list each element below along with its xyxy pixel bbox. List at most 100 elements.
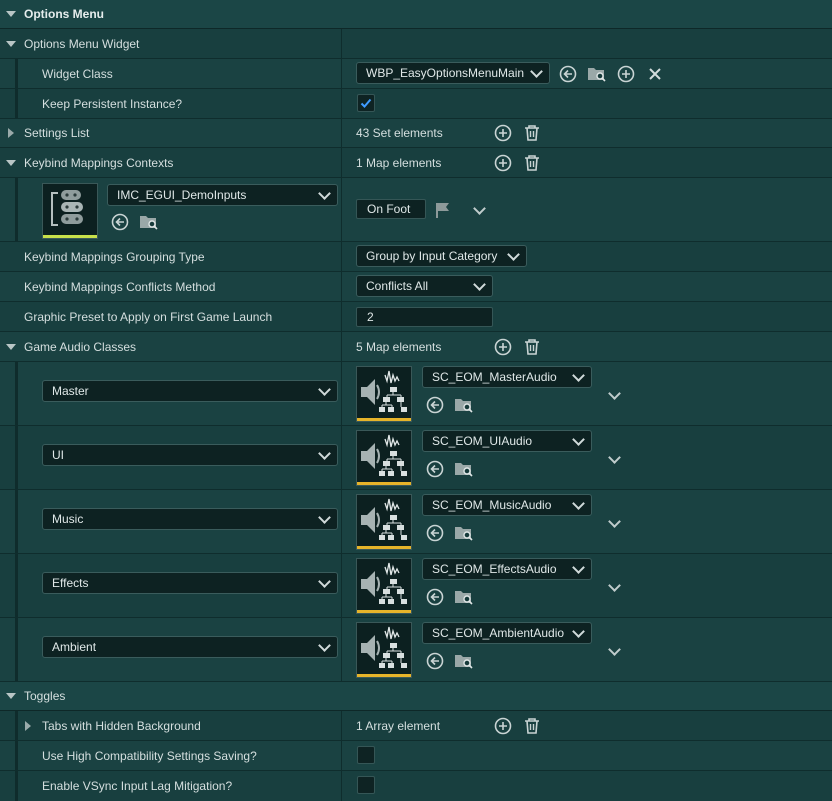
- chevron-down-icon: [572, 433, 585, 446]
- vsync-checkbox[interactable]: [357, 776, 375, 794]
- section-toggles[interactable]: Toggles: [0, 682, 832, 711]
- expand-arrow-icon[interactable]: [25, 721, 31, 731]
- high-compat-checkbox[interactable]: [357, 746, 375, 764]
- combo-value: IMC_EGUI_DemoInputs: [117, 188, 247, 202]
- use-selected-arrow-icon[interactable]: [426, 460, 444, 478]
- use-selected-arrow-icon[interactable]: [559, 65, 577, 83]
- audio-class-key-combo[interactable]: Music: [42, 508, 338, 530]
- add-icon[interactable]: [617, 65, 635, 83]
- chevron-down-icon: [572, 497, 585, 510]
- sound-class-asset-combo[interactable]: SC_EOM_AmbientAudio: [422, 622, 592, 644]
- sound-class-thumbnail[interactable]: [356, 430, 412, 486]
- row-game-audio-classes[interactable]: Game Audio Classes 5 Map elements: [0, 332, 832, 362]
- collapse-arrow-icon[interactable]: [6, 11, 16, 17]
- row-label: Keybind Mappings Grouping Type: [24, 249, 205, 264]
- asset-type-underline: [357, 674, 411, 677]
- row-high-compat: Use High Compatibility Settings Saving?: [0, 741, 832, 771]
- graphic-preset-field[interactable]: 2: [356, 307, 493, 327]
- collapse-arrow-icon[interactable]: [6, 344, 16, 350]
- row-keybind-contexts[interactable]: Keybind Mappings Contexts 1 Map elements: [0, 148, 832, 178]
- input-context-asset-combo[interactable]: IMC_EGUI_DemoInputs: [107, 184, 338, 206]
- conflicts-method-combo[interactable]: Conflicts All: [356, 275, 493, 297]
- browse-folder-icon[interactable]: [454, 588, 474, 606]
- indent-guide: [15, 89, 18, 118]
- clear-icon[interactable]: [647, 66, 663, 82]
- audio-class-key-combo[interactable]: UI: [42, 444, 338, 466]
- element-count: 43 Set elements: [356, 126, 443, 140]
- trash-icon[interactable]: [523, 717, 541, 735]
- browse-folder-icon[interactable]: [139, 213, 159, 231]
- audio-class-row-ambient: Ambient SC_EOM_AmbientAudio: [0, 618, 832, 682]
- input-mapping-thumbnail[interactable]: [42, 183, 98, 239]
- row-tabs-hidden-background[interactable]: Tabs with Hidden Background 1 Array elem…: [0, 711, 832, 741]
- audio-class-key-combo[interactable]: Master: [42, 380, 338, 402]
- chevron-down-icon[interactable]: [608, 579, 621, 592]
- combo-value: Master: [52, 384, 89, 398]
- browse-folder-icon[interactable]: [454, 396, 474, 414]
- widget-class-combo[interactable]: WBP_EasyOptionsMenuMain: [356, 62, 550, 84]
- combo-value: Music: [52, 512, 84, 526]
- add-element-icon[interactable]: [494, 154, 512, 172]
- use-selected-arrow-icon[interactable]: [426, 396, 444, 414]
- chevron-down-icon: [507, 248, 520, 261]
- row-settings-list[interactable]: Settings List 43 Set elements: [0, 119, 832, 148]
- browse-folder-icon[interactable]: [454, 652, 474, 670]
- row-label: Widget Class: [42, 66, 113, 81]
- combo-value: Ambient: [52, 640, 97, 654]
- chevron-down-icon[interactable]: [608, 451, 621, 464]
- chevron-down-icon[interactable]: [608, 643, 621, 656]
- row-label-cell: Game Audio Classes: [0, 332, 342, 361]
- sound-class-thumbnail[interactable]: [356, 366, 412, 422]
- field-value: On Foot: [367, 202, 411, 216]
- browse-folder-icon[interactable]: [454, 460, 474, 478]
- audio-class-key-combo[interactable]: Effects: [42, 572, 338, 594]
- context-name-field[interactable]: On Foot: [356, 199, 426, 219]
- audio-class-key-combo[interactable]: Ambient: [42, 636, 338, 658]
- use-selected-arrow-icon[interactable]: [426, 652, 444, 670]
- row-label-cell: Keep Persistent Instance?: [0, 89, 342, 118]
- chevron-down-icon: [473, 278, 486, 291]
- indent-guide: [15, 178, 18, 241]
- row-label-cell: UI: [0, 426, 342, 489]
- trash-icon[interactable]: [523, 154, 541, 172]
- sound-class-thumbnail[interactable]: [356, 622, 412, 678]
- section-options-menu[interactable]: Options Menu: [0, 0, 832, 29]
- browse-folder-icon[interactable]: [587, 65, 607, 83]
- sound-class-asset-combo[interactable]: SC_EOM_EffectsAudio: [422, 558, 592, 580]
- sound-class-thumbnail[interactable]: [356, 494, 412, 550]
- flag-icon[interactable]: [434, 201, 452, 219]
- collapse-arrow-icon[interactable]: [6, 41, 16, 47]
- grouping-type-combo[interactable]: Group by Input Category: [356, 245, 527, 267]
- details-panel: Options Menu Options Menu Widget Widget …: [0, 0, 832, 801]
- indent-guide: [15, 362, 18, 425]
- asset-type-underline: [357, 610, 411, 613]
- use-selected-arrow-icon[interactable]: [111, 213, 129, 231]
- row-options-menu-widget[interactable]: Options Menu Widget: [0, 29, 832, 59]
- element-count: 1 Array element: [356, 718, 441, 733]
- collapse-arrow-icon[interactable]: [6, 160, 16, 166]
- row-label-cell: Settings List: [0, 119, 342, 147]
- sound-class-asset-combo[interactable]: SC_EOM_MusicAudio: [422, 494, 592, 516]
- add-element-icon[interactable]: [494, 717, 512, 735]
- element-count: 1 Map elements: [356, 155, 442, 170]
- browse-folder-icon[interactable]: [454, 524, 474, 542]
- chevron-down-icon[interactable]: [473, 202, 486, 215]
- add-element-icon[interactable]: [494, 338, 512, 356]
- chevron-down-icon[interactable]: [608, 515, 621, 528]
- chevron-down-icon[interactable]: [608, 387, 621, 400]
- trash-icon[interactable]: [523, 338, 541, 356]
- expand-arrow-icon[interactable]: [8, 128, 14, 138]
- sound-class-thumbnail[interactable]: [356, 558, 412, 614]
- sound-class-asset-combo[interactable]: SC_EOM_UIAudio: [422, 430, 592, 452]
- sound-class-asset-combo[interactable]: SC_EOM_MasterAudio: [422, 366, 592, 388]
- use-selected-arrow-icon[interactable]: [426, 524, 444, 542]
- trash-icon[interactable]: [523, 124, 541, 142]
- keep-persistent-checkbox[interactable]: [357, 94, 375, 112]
- row-label-cell: Master: [0, 362, 342, 425]
- add-element-icon[interactable]: [494, 124, 512, 142]
- use-selected-arrow-icon[interactable]: [426, 588, 444, 606]
- collapse-arrow-icon[interactable]: [6, 693, 16, 699]
- row-value-cell: [343, 29, 832, 58]
- sound-class-icon: [361, 626, 407, 668]
- row-label-cell: IMC_EGUI_DemoInputs: [0, 178, 342, 241]
